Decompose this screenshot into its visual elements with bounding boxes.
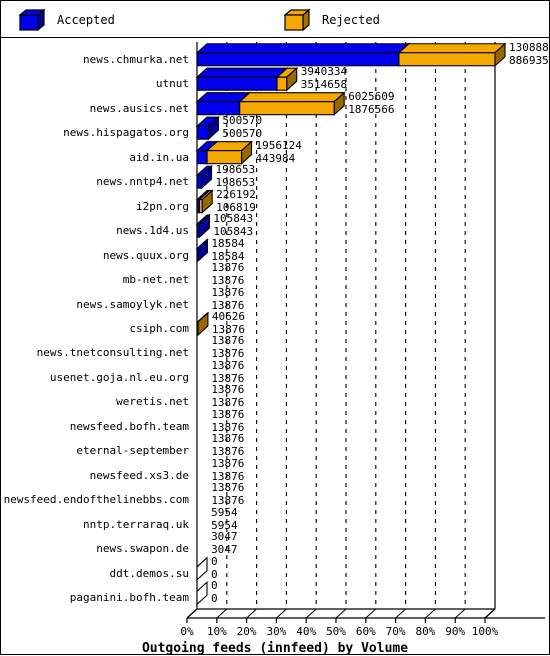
value-label-total: 13876	[211, 458, 244, 469]
value-label-total: 6025609	[348, 91, 394, 102]
value-label-total: 0	[211, 580, 218, 591]
category-label: newsfeed.bofh.team	[70, 421, 189, 432]
value-label-total: 198653	[216, 164, 256, 175]
category-label: aid.in.ua	[129, 152, 189, 163]
category-label: i2pn.org	[136, 201, 189, 212]
category-label: csiph.com	[129, 323, 189, 334]
value-label-accepted: 500570	[222, 128, 262, 139]
category-label: news.ausics.net	[90, 103, 189, 114]
category-label: news.tnetconsulting.net	[37, 347, 189, 358]
bar-group	[197, 191, 212, 213]
cube-icon	[19, 9, 45, 31]
bar-group	[197, 68, 297, 90]
value-label-total: 105843	[213, 213, 253, 224]
bar-group	[197, 93, 344, 115]
value-label-accepted: 106819	[216, 202, 256, 213]
value-label-accepted: 443984	[256, 153, 296, 164]
category-label: news.nntp4.net	[96, 176, 189, 187]
value-label-accepted: 13876	[211, 275, 244, 286]
value-label-total: 40626	[212, 311, 245, 322]
category-label: weretis.net	[116, 396, 189, 407]
bar-group	[197, 313, 208, 335]
value-label-total: 500570	[222, 115, 262, 126]
chart-container: Accepted Rejected news.chmurka.net 1308885…	[0, 0, 550, 655]
value-label-accepted: 13876	[211, 300, 244, 311]
legend-label: Accepted	[57, 13, 115, 27]
category-label: ddt.demos.su	[110, 568, 189, 579]
value-label-total: 3047	[211, 531, 238, 542]
value-label-total: 13876	[211, 384, 244, 395]
value-label-accepted: 3047	[211, 544, 238, 555]
value-label-total: 3940334	[301, 66, 347, 77]
value-label-accepted: 105843	[213, 226, 253, 237]
value-label-total: 13876	[211, 262, 244, 273]
bar-group	[197, 558, 207, 580]
category-label: news.samoylyk.net	[76, 299, 189, 310]
value-label-accepted: 0	[211, 593, 218, 604]
value-label-accepted: 13876	[211, 446, 244, 457]
value-label-accepted: 13876	[211, 471, 244, 482]
chart-legend: Accepted Rejected	[1, 1, 549, 38]
value-label-total: 226192	[216, 189, 256, 200]
value-label-total: 13088855	[509, 42, 550, 53]
category-label: usenet.goja.nl.eu.org	[50, 372, 189, 383]
category-label: utnut	[156, 78, 189, 89]
cube-icon	[284, 9, 310, 31]
value-label-accepted: 13876	[212, 324, 245, 335]
category-label: news.quux.org	[103, 250, 189, 261]
bar-group	[197, 166, 212, 188]
category-label: eternal-september	[76, 445, 189, 456]
value-label-accepted: 0	[211, 569, 218, 580]
value-label-accepted: 13876	[211, 348, 244, 359]
value-label-accepted: 8869358	[509, 55, 550, 66]
category-label: news.1d4.us	[116, 225, 189, 236]
value-label-accepted: 13876	[211, 373, 244, 384]
category-label: news.swapon.de	[96, 543, 189, 554]
category-label: newsfeed.xs3.de	[90, 470, 189, 481]
value-label-total: 13876	[211, 287, 244, 298]
value-label-accepted: 3514658	[301, 79, 347, 90]
category-label: news.hispagatos.org	[63, 127, 189, 138]
value-label-total: 13876	[211, 360, 244, 371]
value-label-total: 13876	[211, 482, 244, 493]
value-label-total: 13876	[211, 433, 244, 444]
bar-group	[197, 117, 218, 139]
value-label-accepted: 13876	[211, 397, 244, 408]
legend-label: Rejected	[322, 13, 380, 27]
value-label-total: 18584	[211, 238, 244, 249]
value-label-accepted: 13876	[211, 495, 244, 506]
value-label-accepted: 18584	[211, 251, 244, 262]
category-label: mb-net.net	[123, 274, 189, 285]
bar-group	[197, 142, 252, 164]
plot-area: news.chmurka.net 13088855 8869358 utnut 3940…	[1, 38, 549, 654]
legend-item-accepted: Accepted	[19, 1, 115, 38]
category-label: nntp.terraraq.uk	[83, 519, 189, 530]
bar-group	[197, 44, 505, 66]
x-tick-label: 100%	[463, 625, 507, 638]
category-label: newsfeed.endofthelinebbs.com	[4, 494, 189, 505]
value-label-total: 0	[211, 556, 218, 567]
value-label-accepted: 5954	[211, 520, 238, 531]
value-label-accepted: 198653	[216, 177, 256, 188]
value-label-total: 13876	[211, 409, 244, 420]
bar-group	[197, 215, 209, 237]
bar-group	[197, 240, 207, 262]
value-label-total: 5954	[211, 507, 238, 518]
value-label-total: 13876	[211, 335, 244, 346]
bar-group	[197, 582, 207, 604]
legend-item-rejected: Rejected	[284, 1, 380, 38]
value-label-total: 1956124	[256, 140, 302, 151]
chart-x-axis-title: Outgoing feeds (innfeed) by Volume	[1, 641, 549, 656]
value-label-accepted: 1876566	[348, 104, 394, 115]
category-label: news.chmurka.net	[83, 54, 189, 65]
value-label-accepted: 13876	[211, 422, 244, 433]
category-label: paganini.bofh.team	[70, 592, 189, 603]
